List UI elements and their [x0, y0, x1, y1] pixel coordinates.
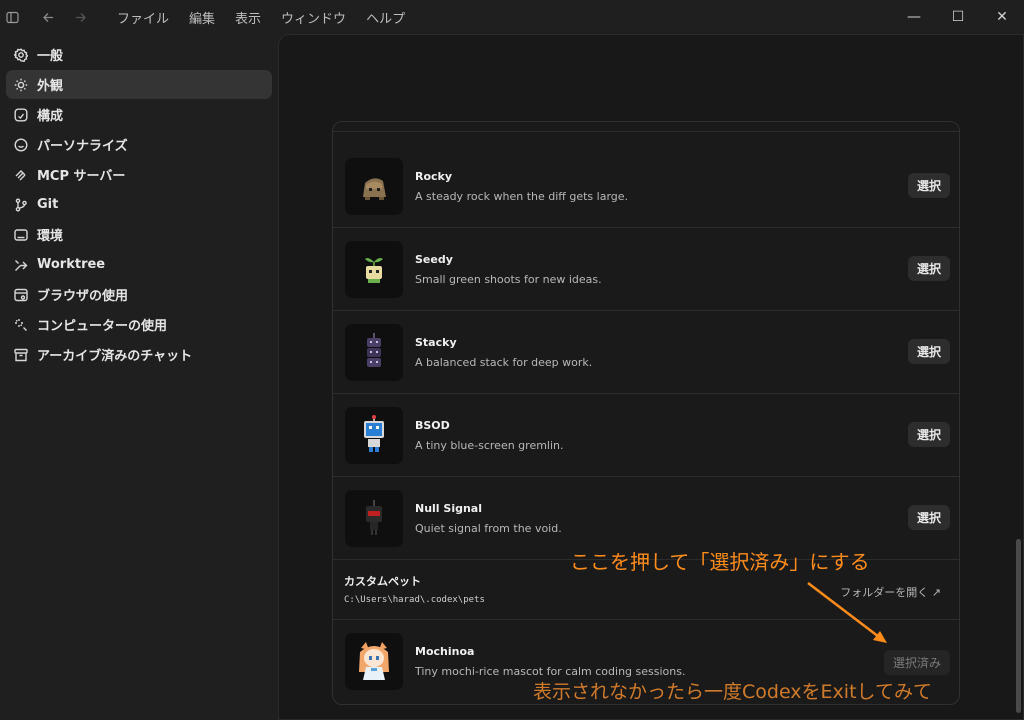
stack-pet-icon	[367, 332, 381, 367]
custom-pets-path: C:\Users\harad\.codex\pets	[344, 595, 485, 605]
title-bar: ファイル 編集 表示 ウィンドウ ヘルプ — ☐ ✕	[0, 0, 1024, 34]
menu-edit[interactable]: 編集	[179, 8, 225, 27]
sidebar-item-label: ブラウザの使用	[37, 289, 129, 304]
sidebar-item-general[interactable]: 一般	[6, 40, 272, 69]
forward-arrow-icon[interactable]	[69, 6, 91, 28]
sidebar-item-appearance[interactable]: 外観	[6, 70, 272, 99]
annotation-note: 表示されなかったら一度CodexをExitしてみて	[533, 681, 932, 703]
pet-list-card: Rocky A steady rock when the diff gets l…	[332, 121, 960, 705]
list-item: Stacky A balanced stack for deep work. 選…	[333, 311, 959, 394]
list-item: Seedy Small green shoots for new ideas. …	[333, 228, 959, 311]
sidebar-item-label: アーカイブ済みのチャット	[37, 349, 193, 364]
seedling-pet-icon	[365, 257, 383, 283]
settings-sidebar: 一般 外観 構成 パーソナライズ MCP サーバー Git 環境 Worktre…	[0, 40, 278, 370]
sidebar-item-archived-chats[interactable]: アーカイブ済みのチャット	[6, 340, 272, 369]
sidebar-item-label: MCP サーバー	[37, 169, 126, 184]
pet-description: A steady rock when the diff gets large.	[415, 190, 629, 203]
mcp-icon	[14, 168, 28, 182]
sidebar-item-computer-use[interactable]: コンピューターの使用	[6, 310, 272, 339]
pet-thumbnail	[345, 490, 403, 547]
null-signal-pet-icon	[366, 499, 382, 535]
pet-description: Quiet signal from the void.	[415, 522, 562, 535]
select-button[interactable]: 選択	[907, 339, 950, 364]
sidebar-item-label: 一般	[37, 49, 64, 64]
archive-icon	[14, 348, 28, 362]
pet-name: Rocky	[415, 170, 453, 183]
worktree-icon	[14, 258, 28, 272]
select-button[interactable]: 選択	[907, 173, 950, 198]
sidebar-item-personalize[interactable]: パーソナライズ	[6, 130, 272, 159]
pet-thumbnail	[345, 158, 403, 215]
sidebar-item-label: コンピューターの使用	[37, 319, 168, 334]
blue-screen-pet-icon	[364, 414, 384, 452]
sidebar-item-label: パーソナライズ	[37, 139, 128, 154]
menu-view[interactable]: 表示	[225, 8, 271, 27]
pet-thumbnail	[345, 241, 403, 298]
config-icon	[14, 108, 28, 122]
menu-bar: ファイル 編集 表示 ウィンドウ ヘルプ	[107, 8, 415, 27]
sidebar-toggle-icon[interactable]	[1, 6, 23, 28]
pet-thumbnail	[345, 633, 403, 690]
maximize-button[interactable]: ☐	[936, 0, 980, 34]
pet-name: Mochinoa	[415, 645, 475, 658]
sidebar-item-mcp-servers[interactable]: MCP サーバー	[6, 160, 272, 189]
list-item: Rocky A steady rock when the diff gets l…	[333, 145, 959, 228]
pet-name: BSOD	[415, 419, 450, 432]
sidebar-item-worktree[interactable]: Worktree	[6, 250, 272, 279]
pet-name: Stacky	[415, 336, 457, 349]
sidebar-item-label: 環境	[37, 229, 64, 244]
pet-description: A balanced stack for deep work.	[415, 356, 593, 369]
sidebar-item-label: Git	[37, 197, 59, 212]
gear-icon	[14, 47, 28, 62]
select-button[interactable]: 選択	[907, 256, 950, 281]
select-button[interactable]: 選択	[907, 422, 950, 447]
sidebar-item-label: 構成	[37, 109, 64, 124]
menu-file[interactable]: ファイル	[107, 8, 179, 27]
sidebar-item-git[interactable]: Git	[6, 190, 272, 219]
mochi-pet-icon	[359, 641, 389, 680]
custom-pets-title: カスタムペット	[344, 575, 421, 588]
rock-pet-icon	[363, 177, 386, 200]
list-item	[333, 122, 959, 132]
back-arrow-icon[interactable]	[37, 6, 59, 28]
sidebar-item-label: 外観	[37, 79, 64, 94]
browser-icon	[14, 288, 28, 302]
pet-thumbnail	[345, 324, 403, 381]
pet-description: A tiny blue-screen gremlin.	[415, 439, 564, 452]
scrollbar[interactable]	[1016, 539, 1021, 713]
select-button[interactable]: 選択	[907, 505, 950, 530]
selected-button[interactable]: 選択済み	[883, 650, 950, 675]
pet-thumbnail	[345, 407, 403, 464]
git-icon	[14, 197, 28, 212]
sidebar-item-label: Worktree	[37, 257, 106, 272]
minimize-button[interactable]: —	[892, 0, 936, 34]
annotation-instruction: ここを押して「選択済み」にする	[570, 550, 870, 574]
pet-name: Null Signal	[415, 502, 482, 515]
menu-window[interactable]: ウィンドウ	[271, 8, 356, 27]
pet-name: Seedy	[415, 253, 453, 266]
terminal-icon	[14, 228, 28, 242]
open-folder-link[interactable]: フォルダーを開く ↗	[840, 584, 941, 600]
menu-help[interactable]: ヘルプ	[356, 8, 415, 27]
list-item: BSOD A tiny blue-screen gremlin. 選択	[333, 394, 959, 477]
pet-description: Small green shoots for new ideas.	[415, 273, 602, 286]
sun-icon	[14, 78, 28, 92]
settings-main-panel: Rocky A steady rock when the diff gets l…	[278, 34, 1024, 720]
close-button[interactable]: ✕	[980, 0, 1024, 34]
personalize-icon	[14, 137, 28, 152]
sparkle-icon	[14, 318, 28, 332]
sidebar-item-browser-use[interactable]: ブラウザの使用	[6, 280, 272, 309]
sidebar-item-environment[interactable]: 環境	[6, 220, 272, 249]
sidebar-item-config[interactable]: 構成	[6, 100, 272, 129]
